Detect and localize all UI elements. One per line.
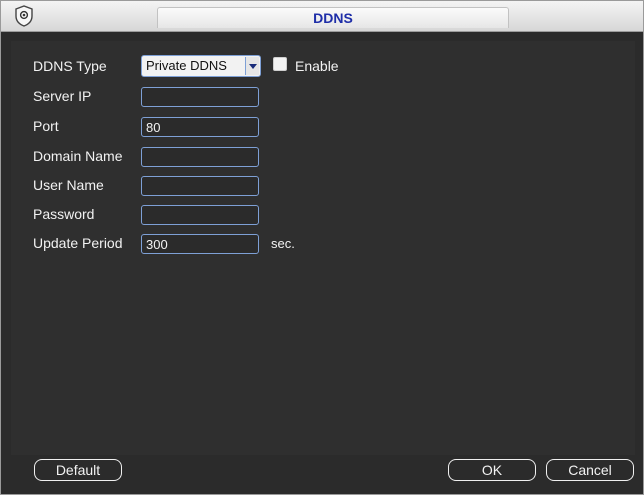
default-button[interactable]: Default (34, 459, 122, 481)
port-label: Port (33, 118, 59, 134)
update-period-field[interactable] (141, 234, 259, 254)
server-ip-field[interactable] (141, 87, 259, 107)
ddns-type-dropdown[interactable]: Private DDNS (141, 55, 261, 77)
ok-button[interactable]: OK (448, 459, 536, 481)
ddns-type-label: DDNS Type (33, 58, 107, 74)
camera-logo-icon (13, 5, 35, 27)
chevron-down-icon[interactable] (245, 57, 259, 75)
domain-name-field[interactable] (141, 147, 259, 167)
update-period-label: Update Period (33, 235, 123, 251)
user-name-field[interactable] (141, 176, 259, 196)
update-period-unit: sec. (271, 236, 295, 251)
password-label: Password (33, 206, 95, 222)
window-title: DDNS (157, 7, 509, 28)
server-ip-label: Server IP (33, 88, 92, 104)
cancel-button[interactable]: Cancel (546, 459, 634, 481)
user-name-label: User Name (33, 177, 104, 193)
password-field[interactable] (141, 205, 259, 225)
enable-label: Enable (295, 58, 339, 74)
ddns-window: DDNS DDNS Type Private DDNS Enable Serve… (0, 0, 644, 495)
port-field[interactable] (141, 117, 259, 137)
ddns-type-value: Private DDNS (146, 58, 227, 73)
enable-checkbox[interactable] (273, 57, 287, 71)
title-bar: DDNS (1, 1, 643, 32)
domain-name-label: Domain Name (33, 148, 123, 164)
